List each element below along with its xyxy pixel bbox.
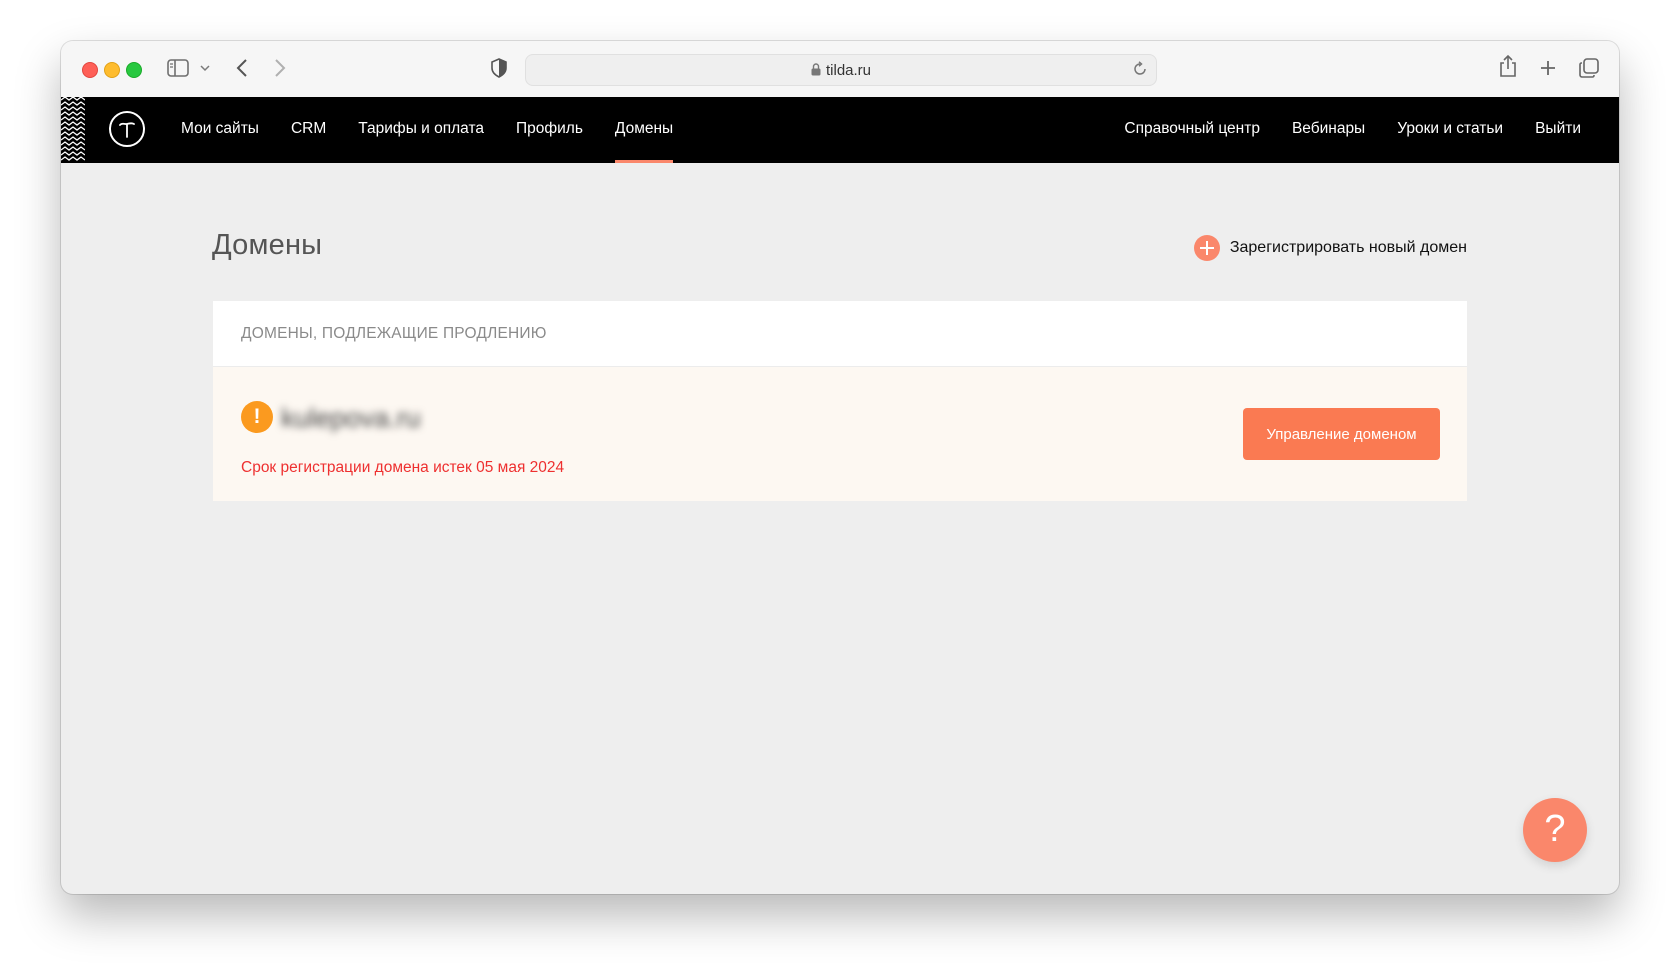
chevron-down-icon[interactable] (200, 65, 210, 72)
domain-name[interactable]: kulepova.ru (281, 403, 421, 434)
warning-icon: ! (241, 401, 273, 433)
tilda-navbar: Мои сайты CRM Тарифы и оплата Профиль До… (61, 97, 1619, 163)
url: tilda.ru (825, 62, 872, 79)
address-text: tilda.ru (526, 62, 1156, 80)
minimize-window-button[interactable] (104, 62, 120, 78)
browser-window: tilda.ru Мои сайты CRM Тарифы и оплата П… (61, 41, 1619, 894)
nav-lessons[interactable]: Уроки и статьи (1397, 97, 1503, 163)
forward-icon[interactable] (274, 58, 286, 78)
nav-domains[interactable]: Домены (614, 97, 674, 163)
nav-crm[interactable]: CRM (291, 97, 326, 163)
help-button[interactable]: ? (1523, 798, 1587, 862)
domain-row: ! kulepova.ru Срок регистрации домена ис… (213, 367, 1467, 501)
tabs-overview-icon[interactable] (1579, 58, 1599, 78)
plus-icon (1193, 235, 1220, 261)
browser-toolbar: tilda.ru (61, 41, 1619, 98)
register-domain-button[interactable]: Зарегистрировать новый домен (1193, 235, 1467, 261)
nav-my-sites[interactable]: Мои сайты (181, 97, 259, 163)
page-title: Домены (212, 229, 323, 261)
lock-icon (811, 63, 821, 80)
tilda-logo[interactable] (109, 111, 145, 147)
zigzag-pattern (61, 97, 85, 161)
manage-domain-button[interactable]: Управление доменом (1243, 408, 1440, 460)
address-bar[interactable]: tilda.ru (525, 54, 1157, 86)
register-domain-label: Зарегистрировать новый домен (1229, 239, 1467, 256)
nav-webinars[interactable]: Вебинары (1292, 97, 1365, 163)
back-icon[interactable] (236, 58, 248, 78)
nav-logout[interactable]: Выйти (1535, 97, 1581, 163)
shield-icon[interactable] (491, 58, 507, 78)
nav-profile[interactable]: Профиль (516, 97, 583, 163)
zoom-window-button[interactable] (126, 62, 142, 78)
reload-icon[interactable] (1132, 61, 1148, 82)
nav-left: Мои сайты CRM Тарифы и оплата Профиль До… (181, 97, 705, 163)
nav-tariffs[interactable]: Тарифы и оплата (358, 97, 484, 163)
tilda-logo-icon (119, 122, 135, 138)
nav-help-center[interactable]: Справочный центр (1124, 97, 1260, 163)
card-header: ДОМЕНЫ, ПОДЛЕЖАЩИЕ ПРОДЛЕНИЮ (213, 301, 1467, 367)
share-icon[interactable] (1499, 54, 1517, 78)
sidebar-icon[interactable] (167, 59, 189, 77)
domains-card: ДОМЕНЫ, ПОДЛЕЖАЩИЕ ПРОДЛЕНИЮ ! kulepova.… (213, 301, 1467, 501)
nav-right: Справочный центр Вебинары Уроки и статьи… (1092, 97, 1581, 163)
domain-status: Срок регистрации домена истек 05 мая 202… (241, 459, 565, 476)
new-tab-icon[interactable] (1540, 60, 1556, 76)
close-window-button[interactable] (82, 62, 98, 78)
